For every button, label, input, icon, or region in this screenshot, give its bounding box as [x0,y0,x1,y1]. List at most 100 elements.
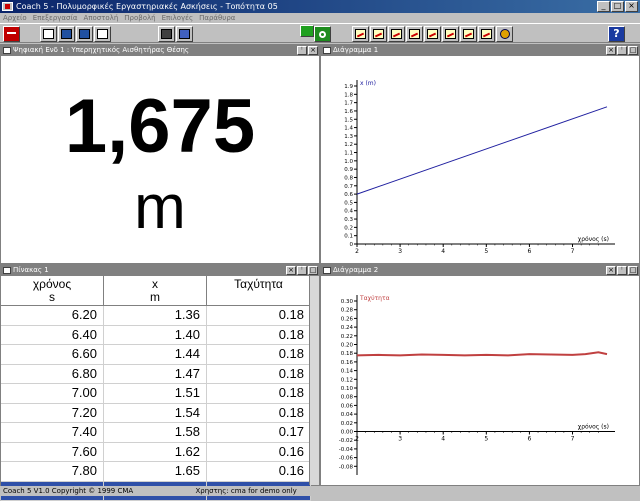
table-row[interactable]: 7.401.580.17 [1,423,311,443]
table-row[interactable]: 7.201.540.18 [1,404,311,424]
table-row[interactable]: 7.801.650.16 [1,462,311,482]
close-button[interactable]: × [625,1,638,12]
position-cell[interactable]: 1.62 [104,443,207,462]
table-pin-button[interactable]: ꜝ [297,266,307,275]
position-cell[interactable]: 1.36 [104,306,207,325]
table-row[interactable]: 7.601.620.16 [1,443,311,463]
position-cell[interactable]: 1.51 [104,384,207,403]
exit-button[interactable] [3,26,20,42]
menu-item-view[interactable]: Προβολή [124,13,155,23]
graph1-panel: Διάγραμμα 1 ×ꜝ□ 00.10.20.30.40.50.60.70.… [320,44,640,264]
y-tick-label: 1.0 [344,159,353,165]
graph2-maximize-button[interactable]: □ [628,266,638,275]
graph1-pin-button[interactable]: ꜝ [617,46,627,55]
print-button[interactable] [94,26,111,42]
table-row[interactable]: 6.801.470.18 [1,365,311,385]
velocity-time-chart[interactable]: 0.300.280.260.240.220.200.180.160.140.12… [321,276,639,485]
globe-button[interactable] [496,26,513,42]
menu-item-send[interactable]: Αποστολή [83,13,118,23]
menu-item-windows[interactable]: Παράθυρα [199,13,235,23]
tool-button-3[interactable] [388,26,405,42]
time-cell[interactable]: 7.80 [1,462,104,481]
table-row[interactable]: 6.201.360.18 [1,306,311,326]
table-scrollbar[interactable] [309,276,319,485]
meter-panel-pin-button[interactable]: ꜝ [297,46,307,55]
y-tick-label: 1.6 [344,109,353,115]
table-row[interactable]: 6.401.400.18 [1,326,311,346]
time-cell[interactable]: 6.20 [1,306,104,325]
tool-icon-3 [391,29,402,39]
velocity-cell[interactable]: 0.18 [207,404,311,423]
velocity-cell[interactable]: 0.18 [207,345,311,364]
time-cell[interactable]: 7.60 [1,443,104,462]
time-cell[interactable]: 7.00 [1,384,104,403]
table-body: 6.201.360.186.401.400.186.601.440.186.80… [1,306,311,501]
tool-button-8[interactable] [478,26,495,42]
column-header-time[interactable]: χρόνος s [1,276,104,305]
tool-button-1[interactable] [352,26,369,42]
time-cell[interactable]: 6.40 [1,326,104,345]
graph1-close-button[interactable]: × [606,46,616,55]
tool-button-7[interactable] [460,26,477,42]
y-tick-label: 0.10 [341,386,354,392]
screen-button[interactable] [158,26,175,42]
time-cell[interactable]: 7.20 [1,404,104,423]
velocity-cell[interactable]: 0.17 [207,423,311,442]
maximize-button[interactable]: □ [611,1,624,12]
velocity-cell[interactable]: 0.18 [207,306,311,325]
x-tick-label: 2 [355,436,359,443]
open-button[interactable] [40,26,57,42]
graph2-pin-button[interactable]: ꜝ [617,266,627,275]
position-cell[interactable]: 1.54 [104,404,207,423]
start-measure-button[interactable] [314,26,331,42]
tool-button-2[interactable] [370,26,387,42]
column-header-unit: s [1,291,103,304]
y-tick-label: 0.28 [341,308,354,314]
table-row[interactable]: 6.601.440.18 [1,345,311,365]
y-tick-label: 1.8 [344,92,353,98]
tool-button-6[interactable] [442,26,459,42]
position-cell[interactable]: 1.65 [104,462,207,481]
column-header-velocity[interactable]: Ταχύτητα [207,276,311,305]
position-cell[interactable]: 1.47 [104,365,207,384]
menu-item-options[interactable]: Επιλογές [162,13,193,23]
save-as-button[interactable] [76,26,93,42]
start-indicator[interactable] [300,25,314,37]
time-cell[interactable]: 6.80 [1,365,104,384]
save-button[interactable] [58,26,75,42]
table-maximize-button[interactable]: □ [308,266,318,275]
tool-button-4[interactable] [406,26,423,42]
graph2-close-button[interactable]: × [606,266,616,275]
position-cell[interactable]: 1.58 [104,423,207,442]
menu-item-file[interactable]: Αρχείο [3,13,27,23]
help-button[interactable]: ? [608,26,625,42]
time-cell[interactable]: 6.60 [1,345,104,364]
graph1-maximize-button[interactable]: □ [628,46,638,55]
y-tick-label: -0.06 [339,456,354,462]
tool-icon-5 [427,29,438,39]
y-tick-label: 0.6 [344,192,353,198]
position-time-chart[interactable]: 00.10.20.30.40.50.60.70.80.91.01.11.21.3… [321,56,639,263]
settings-button[interactable] [176,26,193,42]
y-tick-label: 0.3 [344,217,353,223]
meter-panel-close-button[interactable]: × [308,46,318,55]
tool-button-5[interactable] [424,26,441,42]
velocity-cell[interactable]: 0.16 [207,462,311,481]
settings-icon [179,29,190,39]
time-cell[interactable]: 7.40 [1,423,104,442]
table-close-button[interactable]: × [286,266,296,275]
y-tick-label: -0.08 [339,464,354,470]
menu-item-edit[interactable]: Επεξεργασία [33,13,78,23]
table-header: χρόνος s x m Ταχύτητα [1,276,311,306]
minimize-button[interactable]: _ [597,1,610,12]
x-tick-label: 3 [398,248,402,255]
y-tick-label: 0.08 [341,395,354,401]
table-row[interactable]: 7.001.510.18 [1,384,311,404]
position-cell[interactable]: 1.40 [104,326,207,345]
velocity-cell[interactable]: 0.18 [207,384,311,403]
velocity-cell[interactable]: 0.16 [207,443,311,462]
velocity-cell[interactable]: 0.18 [207,326,311,345]
position-cell[interactable]: 1.44 [104,345,207,364]
column-header-position[interactable]: x m [104,276,207,305]
velocity-cell[interactable]: 0.18 [207,365,311,384]
